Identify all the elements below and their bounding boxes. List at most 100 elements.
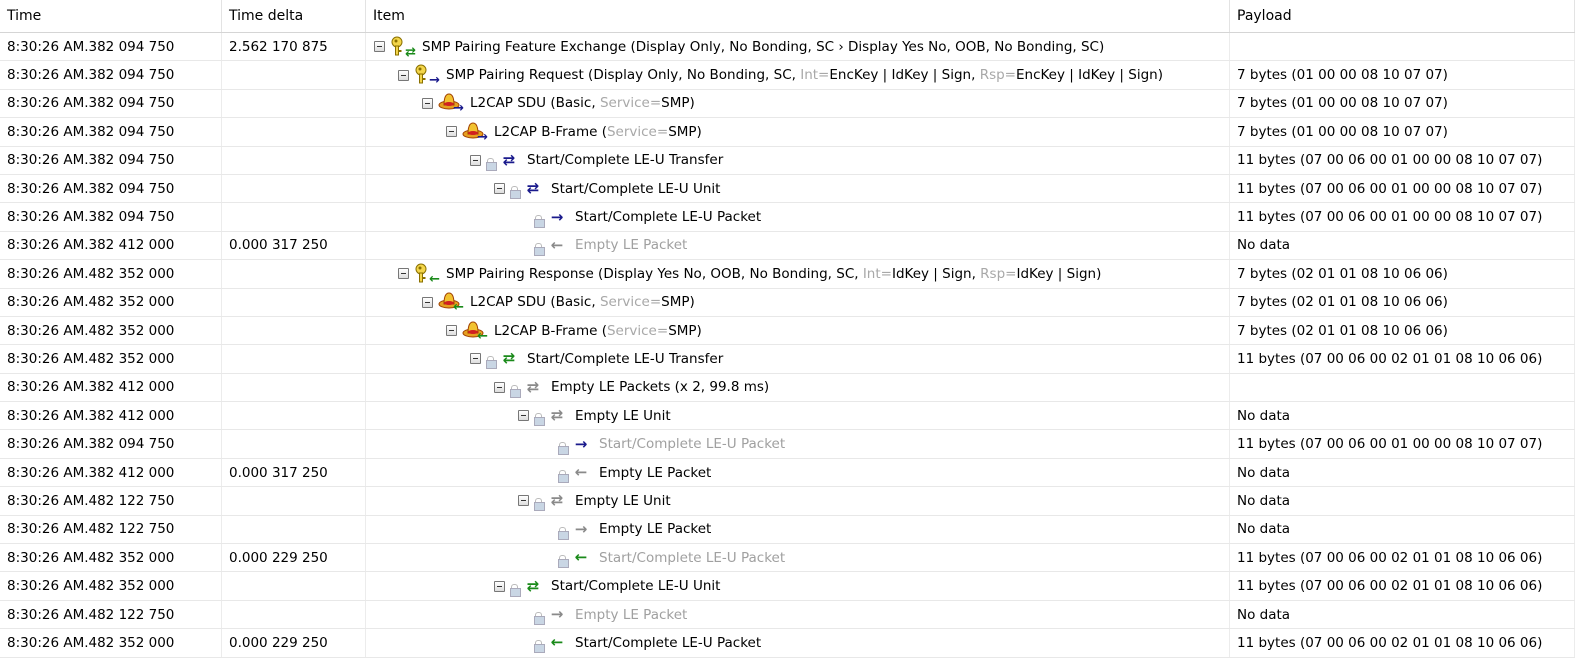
cell-item: ⇄ Start/Complete LE-U Unit — [366, 572, 1230, 600]
collapse-toggle-icon[interactable] — [374, 41, 385, 53]
cell-time: 8:30:26 AM.382 094 750 — [0, 118, 222, 146]
cell-time: 8:30:26 AM.382 094 750 — [0, 146, 222, 174]
table-row[interactable]: 8:30:26 AM.382 094 750 → L2CAP B-Frame (S… — [0, 118, 1575, 147]
header-item[interactable]: Item — [366, 0, 1230, 32]
direction-arrow-icon: → — [574, 434, 588, 453]
table-row[interactable]: 8:30:26 AM.382 412 000 0.000 317 250 ← Em… — [0, 458, 1575, 488]
table-row[interactable]: 8:30:26 AM.482 122 750 → Empty LE Packet … — [0, 515, 1575, 545]
item-label: Start/Complete LE-U Unit — [551, 578, 720, 594]
item-label: SMP Pairing Response (Display Yes No, OO… — [446, 266, 1101, 282]
table-row[interactable]: 8:30:26 AM.382 412 000 0.000 317 250 ← Em… — [0, 231, 1575, 261]
item-label: Start/Complete LE-U Unit — [551, 181, 720, 197]
table-row[interactable]: 8:30:26 AM.382 094 750 → L2CAP SDU (Basic… — [0, 89, 1575, 119]
table-row[interactable]: 8:30:26 AM.482 352 000 ← L2CAP SDU (Basic… — [0, 288, 1575, 317]
l2cap-hat-icon: ← — [462, 320, 488, 344]
table-row[interactable]: 8:30:26 AM.482 352 000 0.000 229 250 ← St… — [0, 629, 1575, 658]
collapse-toggle-icon[interactable] — [398, 268, 409, 280]
direction-arrow-icon: ⇄ — [405, 44, 416, 60]
collapse-toggle-icon[interactable] — [446, 126, 457, 138]
direction-arrow-icon: ⇄ — [550, 406, 564, 425]
collapse-toggle-icon[interactable] — [422, 97, 433, 109]
cell-item: → Empty LE Packet — [366, 515, 1230, 544]
cell-item: ← L2CAP B-Frame (Service=SMP) — [366, 316, 1230, 345]
cell-time: 8:30:26 AM.382 094 750 — [0, 89, 222, 118]
collapse-toggle-icon[interactable] — [470, 353, 481, 365]
cell-time: 8:30:26 AM.382 094 750 — [0, 33, 222, 61]
collapse-toggle-icon[interactable] — [422, 296, 433, 308]
collapse-toggle-icon[interactable] — [470, 154, 481, 166]
item-label: Empty LE Packet — [575, 237, 687, 253]
cell-item: → Empty LE Packet — [366, 600, 1230, 629]
item-text-segment: SMP Pairing Request (Display Only, No Bo… — [446, 67, 801, 84]
item-text-segment: L2CAP B-Frame ( — [494, 123, 607, 140]
item-label: Empty LE Packet — [575, 607, 687, 623]
collapse-toggle-icon[interactable] — [398, 69, 409, 81]
table-row[interactable]: 8:30:26 AM.482 122 750 → Empty LE Packet … — [0, 600, 1575, 630]
cell-time-delta — [222, 345, 366, 373]
table-row[interactable]: 8:30:26 AM.382 094 750 ⇄ Start/Complete L… — [0, 146, 1575, 175]
cell-payload: 11 bytes (07 00 06 00 02 01 01 08 10 06 … — [1230, 544, 1575, 572]
direction-arrow-icon: → — [550, 207, 564, 226]
table-row[interactable]: 8:30:26 AM.382 094 750 → Start/Complete L… — [0, 430, 1575, 459]
smp-key-icon: ⇄ — [390, 36, 416, 60]
cell-payload: No data — [1230, 600, 1575, 629]
cell-time-delta — [222, 316, 366, 345]
collapse-toggle-icon[interactable] — [494, 183, 505, 195]
cell-item: ← L2CAP SDU (Basic, Service=SMP) — [366, 288, 1230, 316]
collapse-toggle-icon[interactable] — [494, 580, 505, 592]
table-row[interactable]: 8:30:26 AM.382 094 750 2.562 170 875 ⇄ SM… — [0, 33, 1575, 62]
cell-time-delta — [222, 487, 366, 515]
table-row[interactable]: 8:30:26 AM.382 412 000 ⇄ Empty LE Packets… — [0, 373, 1575, 403]
header-time[interactable]: Time — [0, 0, 222, 32]
item-label: Start/Complete LE-U Packet — [575, 209, 761, 225]
item-label: L2CAP SDU (Basic, Service=SMP) — [470, 95, 695, 111]
cell-payload — [1230, 373, 1575, 402]
cell-item: ⇄ Empty LE Unit — [366, 402, 1230, 430]
cell-payload: 7 bytes (02 01 01 08 10 06 06) — [1230, 260, 1575, 288]
table-row[interactable]: 8:30:26 AM.382 094 750 → Start/Complete L… — [0, 203, 1575, 232]
table-row[interactable]: 8:30:26 AM.482 352 000 ⇄ Start/Complete L… — [0, 572, 1575, 601]
item-text-segment: SMP) — [661, 294, 695, 311]
table-row[interactable]: 8:30:26 AM.382 094 750 → SMP Pairing Requ… — [0, 61, 1575, 90]
item-text-segment: Start/Complete LE-U Unit — [551, 180, 721, 197]
cell-time-delta — [222, 203, 366, 231]
cell-payload: 7 bytes (01 00 00 08 10 07 07) — [1230, 61, 1575, 89]
table-row[interactable]: 8:30:26 AM.482 352 000 ← SMP Pairing Resp… — [0, 260, 1575, 289]
item-text-segment: Service= — [599, 294, 662, 311]
cell-item: ← Empty LE Packet — [366, 458, 1230, 487]
item-text-segment: Start/Complete LE-U Transfer — [527, 152, 724, 169]
cell-time-delta — [222, 174, 366, 203]
item-text-segment: Empty LE Packet — [575, 606, 688, 623]
collapse-toggle-icon[interactable] — [494, 381, 505, 393]
cell-time: 8:30:26 AM.482 352 000 — [0, 544, 222, 572]
collapse-toggle-icon[interactable] — [446, 325, 457, 337]
l2cap-hat-icon: → — [438, 92, 464, 116]
cell-payload — [1230, 33, 1575, 61]
cell-time: 8:30:26 AM.482 352 000 — [0, 316, 222, 345]
cell-time-delta — [222, 61, 366, 89]
table-row[interactable]: 8:30:26 AM.482 352 000 0.000 229 250 ← St… — [0, 544, 1575, 573]
direction-arrow-icon: ← — [574, 463, 588, 482]
cell-payload: 7 bytes (02 01 01 08 10 06 06) — [1230, 288, 1575, 316]
table-row[interactable]: 8:30:26 AM.482 122 750 ⇄ Empty LE Unit No… — [0, 487, 1575, 516]
table-row[interactable]: 8:30:26 AM.482 352 000 ← L2CAP B-Frame (S… — [0, 316, 1575, 346]
item-label: L2CAP SDU (Basic, Service=SMP) — [470, 294, 695, 310]
table-row[interactable]: 8:30:26 AM.382 412 000 ⇄ Empty LE Unit No… — [0, 402, 1575, 431]
table-row[interactable]: 8:30:26 AM.382 094 750 ⇄ Start/Complete L… — [0, 174, 1575, 204]
cell-payload: 11 bytes (07 00 06 00 02 01 01 08 10 06 … — [1230, 345, 1575, 373]
cell-time: 8:30:26 AM.482 122 750 — [0, 515, 222, 544]
direction-arrow-icon: ⇄ — [526, 576, 540, 595]
cell-item: ← Start/Complete LE-U Packet — [366, 544, 1230, 572]
item-text-segment: L2CAP SDU (Basic, — [470, 294, 600, 311]
direction-arrow-icon: → — [574, 519, 588, 538]
collapse-toggle-icon[interactable] — [518, 410, 529, 422]
collapse-toggle-icon[interactable] — [518, 495, 529, 507]
direction-arrow-icon: ← — [550, 235, 564, 254]
item-text-segment: Int= — [800, 67, 830, 84]
table-row[interactable]: 8:30:26 AM.482 352 000 ⇄ Start/Complete L… — [0, 345, 1575, 374]
lock-icon — [486, 356, 497, 370]
header-time-delta[interactable]: Time delta — [222, 0, 366, 32]
cell-time-delta — [222, 146, 366, 174]
cell-time: 8:30:26 AM.482 352 000 — [0, 629, 222, 657]
header-payload[interactable]: Payload — [1230, 0, 1575, 32]
